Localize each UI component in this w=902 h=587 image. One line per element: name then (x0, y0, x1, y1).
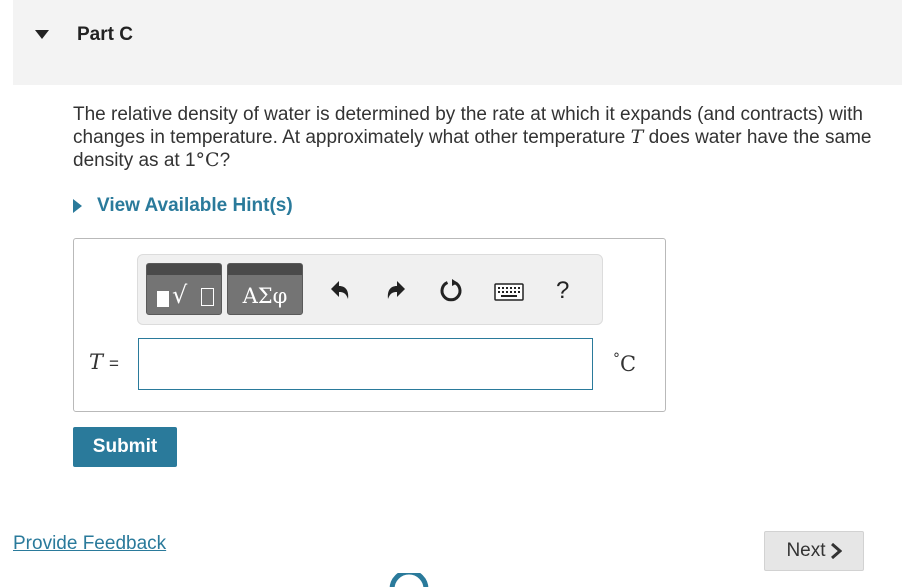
expand-caret-icon (73, 199, 82, 213)
provide-feedback-link[interactable]: Provide Feedback (13, 533, 166, 555)
collapse-caret-icon[interactable] (35, 30, 49, 39)
answer-panel: √ ΑΣφ ? T = °C (73, 238, 666, 412)
question-text-segment: does water have the same (643, 127, 872, 148)
templates-square-icon (157, 291, 169, 307)
view-hints-toggle[interactable]: View Available Hint(s) (73, 195, 293, 217)
next-label: Next (786, 540, 826, 561)
answer-variable-label: T = (89, 350, 119, 375)
question-text-segment: density as at (73, 150, 185, 171)
view-hints-label: View Available Hint(s) (97, 195, 293, 216)
equals-sign: = (109, 354, 119, 373)
part-title: Part C (77, 24, 133, 45)
templates-sqrt-icon: √ (172, 281, 188, 309)
variable-t: T (630, 126, 644, 148)
keyboard-icon[interactable] (494, 283, 524, 301)
question-line-3: density as at 1°C? (73, 149, 902, 172)
help-button[interactable]: ? (556, 277, 569, 305)
symbols-button[interactable]: ΑΣφ (227, 263, 303, 315)
question-line-1: The relative density of water is determi… (73, 104, 863, 125)
temp-value: 1 (184, 150, 196, 171)
redo-icon[interactable] (384, 277, 410, 303)
degree-symbol: ° (195, 149, 206, 171)
question-mark: ? (219, 150, 231, 171)
temp-unit: C (205, 149, 220, 171)
question-text-segment: changes in temperature. At approximately… (73, 127, 631, 148)
question-text: The relative density of water is determi… (73, 103, 902, 172)
templates-button[interactable]: √ (146, 263, 222, 315)
question-line-2: changes in temperature. At approximately… (73, 126, 902, 149)
answer-input[interactable] (138, 338, 593, 390)
submit-button[interactable]: Submit (73, 427, 177, 467)
chevron-right-icon (830, 543, 842, 559)
symbols-label: ΑΣφ (242, 284, 288, 308)
partial-circle-icon (389, 573, 429, 587)
templates-box-icon (201, 288, 214, 306)
reset-icon[interactable] (438, 277, 464, 303)
undo-icon[interactable] (326, 277, 352, 303)
answer-unit: °C (613, 351, 636, 376)
answer-variable: T (89, 350, 104, 374)
unit-letter: C (620, 352, 637, 376)
part-header[interactable]: Part C (13, 0, 902, 85)
math-toolbar: √ ΑΣφ ? (137, 254, 603, 325)
unit-degree: ° (613, 351, 620, 367)
next-button[interactable]: Next (764, 531, 864, 571)
